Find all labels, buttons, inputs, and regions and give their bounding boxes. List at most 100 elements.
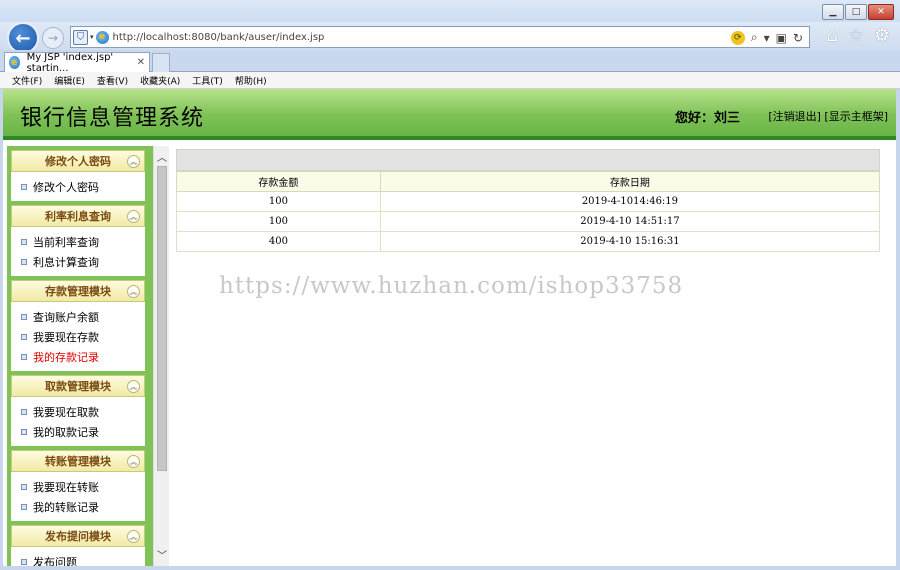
collapse-icon[interactable]: ︽ xyxy=(127,155,140,168)
refresh-icon[interactable]: ↻ xyxy=(793,31,803,45)
menu-group-questions: 发布提问模块 ︽ 发布问题 xyxy=(11,525,145,566)
bullet-icon xyxy=(21,484,27,490)
gear-icon[interactable]: ⚙ xyxy=(874,25,890,46)
sidebar-scrollbar[interactable]: ︿ ﹀ xyxy=(153,146,169,566)
close-tab-icon[interactable]: ✕ xyxy=(137,57,145,68)
collapse-icon[interactable]: ︽ xyxy=(127,210,140,223)
close-window-button[interactable]: ✕ xyxy=(868,4,894,20)
sidebar-item-label: 我要现在存款 xyxy=(33,331,99,344)
tab-index-jsp[interactable]: e My JSP 'index.jsp' startin... ✕ xyxy=(4,51,150,74)
sidebar-item-deposit-records[interactable]: 我的存款记录 xyxy=(11,347,145,367)
sidebar-item-deposit-now[interactable]: 我要现在存款 xyxy=(11,327,145,347)
show-main-frame-link[interactable]: [显示主框架] xyxy=(824,110,888,123)
cell-date: 2019-4-10 14:51:17 xyxy=(379,211,881,232)
collapse-icon[interactable]: ︽ xyxy=(127,380,140,393)
dropdown-icon[interactable]: ▾ xyxy=(764,31,770,45)
bullet-icon xyxy=(21,409,27,415)
bullet-icon xyxy=(21,239,27,245)
window-controls: ▁ □ ✕ xyxy=(822,4,894,20)
address-bar-icons: ⟳ ⌕ ▾ ▣ ↻ xyxy=(730,30,803,45)
menu-edit[interactable]: 编辑(E) xyxy=(54,74,85,87)
sidebar-item-label: 发布问题 xyxy=(33,556,77,566)
cell-amount: 100 xyxy=(176,191,381,212)
maximize-button[interactable]: □ xyxy=(845,4,867,20)
page-icon[interactable]: ▣ xyxy=(776,31,787,45)
chevron-down-icon[interactable]: ▾ xyxy=(90,33,94,41)
sidebar-item-label: 我的取款记录 xyxy=(33,426,99,439)
sidebar-item-label: 当前利率查询 xyxy=(33,236,99,249)
search-icon[interactable]: ⌕ xyxy=(751,30,758,45)
ie-page-icon: e xyxy=(95,30,109,44)
collapse-icon[interactable]: ︽ xyxy=(127,455,140,468)
menu-group-body: 修改个人密码 xyxy=(11,172,145,201)
sidebar-item-interest-calc[interactable]: 利息计算查询 xyxy=(11,252,145,272)
menu-group-header[interactable]: 取款管理模块 ︽ xyxy=(11,375,145,397)
menu-group-header[interactable]: 利率利息查询 ︽ xyxy=(11,205,145,227)
menu-group-body: 我要现在转账 我的转账记录 xyxy=(11,472,145,521)
menu-group-header[interactable]: 修改个人密码 ︽ xyxy=(11,150,145,172)
menu-group-header[interactable]: 存款管理模块 ︽ xyxy=(11,280,145,302)
menu-help[interactable]: 帮助(H) xyxy=(235,74,267,87)
column-header-date: 存款日期 xyxy=(379,171,881,192)
sidebar-item-label: 我的存款记录 xyxy=(33,351,99,364)
welcome-text: 您好：刘三 xyxy=(675,111,741,126)
menu-file[interactable]: 文件(F) xyxy=(12,74,42,87)
cell-date: 2019-4-10 15:16:31 xyxy=(379,231,881,252)
menu-group-header[interactable]: 转账管理模块 ︽ xyxy=(11,450,145,472)
deposit-records-table: 存款金额 存款日期 100 2019-4-1014:46:19 100 2019… xyxy=(176,171,881,252)
shield-icon[interactable]: ⛉ xyxy=(73,29,88,45)
menu-favorites[interactable]: 收藏夹(A) xyxy=(140,74,180,87)
minimize-button[interactable]: ▁ xyxy=(822,4,844,20)
sidebar-item-label: 我的转账记录 xyxy=(33,501,99,514)
sidebar-item-transfer-records[interactable]: 我的转账记录 xyxy=(11,497,145,517)
scroll-down-icon[interactable]: ﹀ xyxy=(154,546,170,562)
sidebar-item-withdraw-now[interactable]: 我要现在取款 xyxy=(11,402,145,422)
menu-group-header[interactable]: 发布提问模块 ︽ xyxy=(11,525,145,547)
sidebar-item-post-question[interactable]: 发布问题 xyxy=(11,552,145,566)
address-bar[interactable]: ⛉ ▾ e http://localhost:8080/bank/auser/i… xyxy=(70,26,810,48)
menu-tools[interactable]: 工具(T) xyxy=(192,74,223,87)
table-row: 400 2019-4-10 15:16:31 xyxy=(176,231,881,252)
url-text[interactable]: http://localhost:8080/bank/auser/index.j… xyxy=(113,32,325,43)
column-header-amount: 存款金额 xyxy=(176,171,381,192)
sidebar: 修改个人密码 ︽ 修改个人密码 利率利息查询 ︽ 当前利率查询 利息计算查询 存… xyxy=(7,146,153,566)
menu-group-transfer: 转账管理模块 ︽ 我要现在转账 我的转账记录 xyxy=(11,450,145,521)
sidebar-item-withdraw-records[interactable]: 我的取款记录 xyxy=(11,422,145,442)
tab-title: My JSP 'index.jsp' startin... xyxy=(26,51,114,74)
address-bar-row: ← → ⛉ ▾ e http://localhost:8080/bank/aus… xyxy=(0,22,900,54)
menu-group-title: 存款管理模块 xyxy=(45,285,111,298)
sidebar-item-label: 查询账户余额 xyxy=(33,311,99,324)
logout-link[interactable]: [注销退出] xyxy=(768,110,821,123)
menu-group-body: 查询账户余额 我要现在存款 我的存款记录 xyxy=(11,302,145,371)
scroll-up-icon[interactable]: ︿ xyxy=(154,148,170,164)
collapse-icon[interactable]: ︽ xyxy=(127,285,140,298)
menu-view[interactable]: 查看(V) xyxy=(97,74,128,87)
home-icon[interactable]: ⌂ xyxy=(826,25,837,46)
menu-group-title: 利率利息查询 xyxy=(45,210,111,223)
cell-amount: 400 xyxy=(176,231,381,252)
sidebar-item-balance[interactable]: 查询账户余额 xyxy=(11,307,145,327)
sidebar-item-transfer-now[interactable]: 我要现在转账 xyxy=(11,477,145,497)
header-links: [注销退出] [显示主框架] xyxy=(768,108,888,124)
bullet-icon xyxy=(21,504,27,510)
sidebar-item-current-rate[interactable]: 当前利率查询 xyxy=(11,232,145,252)
forward-icon[interactable]: → xyxy=(42,27,64,49)
scrollbar-thumb[interactable] xyxy=(157,166,167,471)
sidebar-item-change-password[interactable]: 修改个人密码 xyxy=(11,177,145,197)
menu-group-body: 我要现在取款 我的取款记录 xyxy=(11,397,145,446)
menu-bar: 文件(F) 编辑(E) 查看(V) 收藏夹(A) 工具(T) 帮助(H) xyxy=(0,72,900,89)
menu-group-deposit: 存款管理模块 ︽ 查询账户余额 我要现在存款 我的存款记录 xyxy=(11,280,145,371)
compatibility-icon[interactable]: ⟳ xyxy=(730,30,745,45)
new-tab-button[interactable] xyxy=(152,53,170,72)
main-content: 存款金额 存款日期 100 2019-4-1014:46:19 100 2019… xyxy=(176,149,881,252)
favorites-star-icon[interactable]: ☆ xyxy=(848,25,864,46)
sidebar-item-label: 修改个人密码 xyxy=(33,181,99,194)
sidebar-item-label: 我要现在取款 xyxy=(33,406,99,419)
menu-group-password: 修改个人密码 ︽ 修改个人密码 xyxy=(11,150,145,201)
collapse-icon[interactable]: ︽ xyxy=(127,530,140,543)
sidebar-item-label: 我要现在转账 xyxy=(33,481,99,494)
table-row: 100 2019-4-1014:46:19 xyxy=(176,191,881,212)
bullet-icon xyxy=(21,354,27,360)
bullet-icon xyxy=(21,259,27,265)
menu-group-interest: 利率利息查询 ︽ 当前利率查询 利息计算查询 xyxy=(11,205,145,276)
